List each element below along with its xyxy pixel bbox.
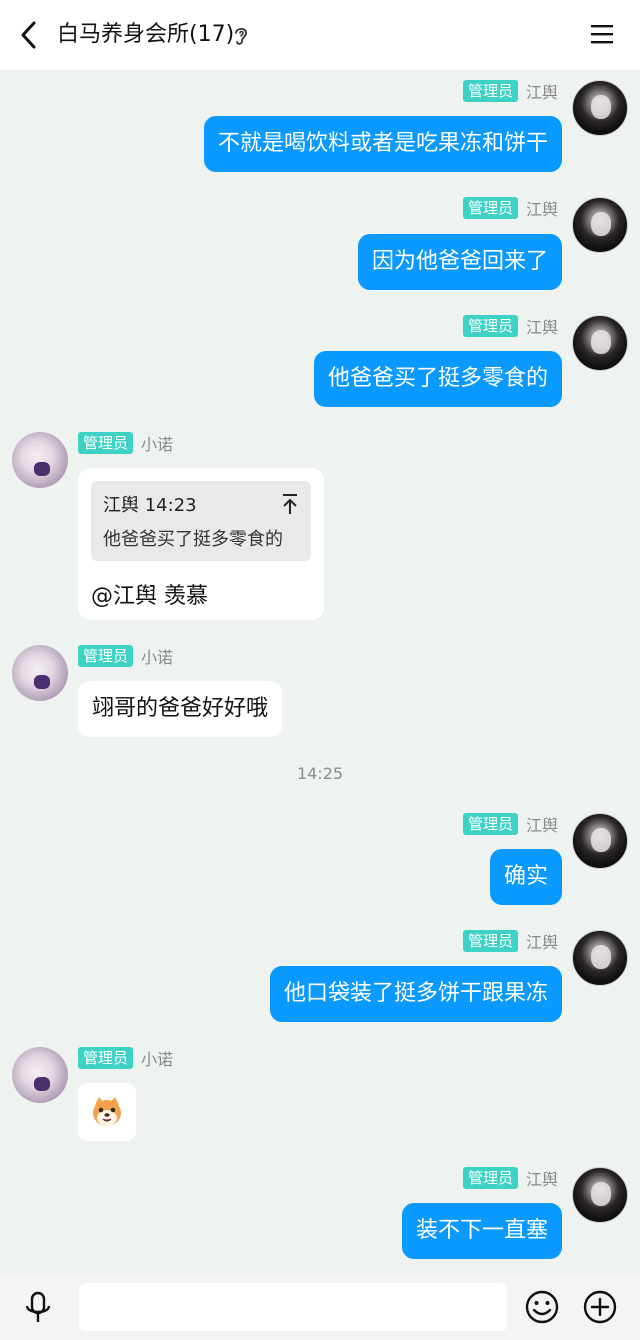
reply-text: @江舆 羡慕 — [91, 584, 208, 609]
avatar[interactable] — [572, 813, 628, 869]
ear-icon[interactable] — [232, 25, 250, 47]
message-meta: 管理员 小诺 — [78, 1047, 173, 1069]
admin-badge: 管理员 — [462, 80, 518, 102]
message-input[interactable] — [79, 1283, 507, 1331]
microphone-icon[interactable] — [24, 1291, 52, 1325]
admin-badge: 管理员 — [78, 645, 134, 667]
sender-name: 小诺 — [141, 435, 174, 454]
admin-badge: 管理员 — [462, 197, 518, 219]
smiley-icon[interactable] — [524, 1289, 560, 1325]
admin-badge: 管理员 — [78, 1047, 134, 1069]
admin-badge: 管理员 — [462, 315, 518, 337]
message-bubble[interactable]: 他爸爸买了挺多零食的 — [313, 351, 562, 407]
message-meta: 管理员 小诺 — [78, 645, 173, 667]
avatar[interactable] — [572, 1167, 628, 1223]
sender-name: 江舆 — [525, 816, 558, 835]
admin-badge: 管理员 — [462, 930, 518, 952]
sender-name: 江舆 — [525, 933, 558, 952]
sender-name: 江舆 — [525, 83, 558, 102]
plus-circle-icon[interactable] — [582, 1289, 618, 1325]
sender-name: 小诺 — [141, 648, 174, 667]
chat-header: 白马养身会所(17) — [0, 0, 640, 70]
message-bubble[interactable]: 他口袋装了挺多饼干跟果冻 — [269, 966, 562, 1022]
admin-badge: 管理员 — [462, 1167, 518, 1189]
message-bubble[interactable]: 因为他爸爸回来了 — [357, 234, 562, 290]
message-meta: 管理员 江舆 — [462, 930, 558, 952]
dog-face-sticker — [93, 1097, 121, 1126]
hamburger-menu-icon[interactable] — [590, 22, 614, 46]
avatar[interactable] — [12, 1047, 68, 1103]
message-meta: 管理员 江舆 — [462, 315, 558, 337]
input-bar — [0, 1274, 640, 1340]
chat-title[interactable]: 白马养身会所(17) — [57, 20, 234, 50]
avatar[interactable] — [12, 432, 68, 488]
avatar[interactable] — [572, 315, 628, 371]
message-meta: 管理员 江舆 — [462, 813, 558, 835]
avatar[interactable] — [12, 645, 68, 701]
message-meta: 管理员 江舆 — [462, 197, 558, 219]
quote-header: 江舆 14:23 — [103, 495, 197, 516]
admin-badge: 管理员 — [462, 813, 518, 835]
avatar[interactable] — [572, 80, 628, 136]
quoted-message[interactable]: 江舆 14:23 他爸爸买了挺多零食的 — [91, 481, 311, 561]
chevron-left-icon — [21, 21, 36, 49]
sender-name: 江舆 — [525, 1170, 558, 1189]
time-separator: 14:25 — [296, 764, 344, 783]
message-bubble[interactable]: 装不下一直塞 — [401, 1203, 562, 1259]
sender-name: 小诺 — [141, 1050, 174, 1069]
chat-message-list[interactable]: 管理员 江舆 不就是喝饮料或者是吃果冻和饼干 管理员 江舆 因为他爸爸回来了 管… — [0, 70, 640, 1274]
arrow-up-icon[interactable] — [281, 493, 299, 515]
quote-text: 他爸爸买了挺多零食的 — [103, 529, 283, 550]
avatar[interactable] — [572, 930, 628, 986]
message-bubble[interactable]: 翊哥的爸爸好好哦 — [78, 681, 283, 737]
admin-badge: 管理员 — [78, 432, 134, 454]
message-bubble[interactable]: 不就是喝饮料或者是吃果冻和饼干 — [203, 116, 562, 172]
quote-reply-bubble[interactable]: 江舆 14:23 他爸爸买了挺多零食的 @江舆 羡慕 — [78, 468, 324, 620]
avatar[interactable] — [572, 197, 628, 253]
sticker-message[interactable] — [78, 1083, 136, 1141]
sender-name: 江舆 — [525, 318, 558, 337]
back-button[interactable] — [14, 18, 42, 52]
message-meta: 管理员 小诺 — [78, 432, 173, 454]
message-bubble[interactable]: 确实 — [489, 849, 562, 905]
sender-name: 江舆 — [525, 200, 558, 219]
message-meta: 管理员 江舆 — [462, 1167, 558, 1189]
message-meta: 管理员 江舆 — [462, 80, 558, 102]
